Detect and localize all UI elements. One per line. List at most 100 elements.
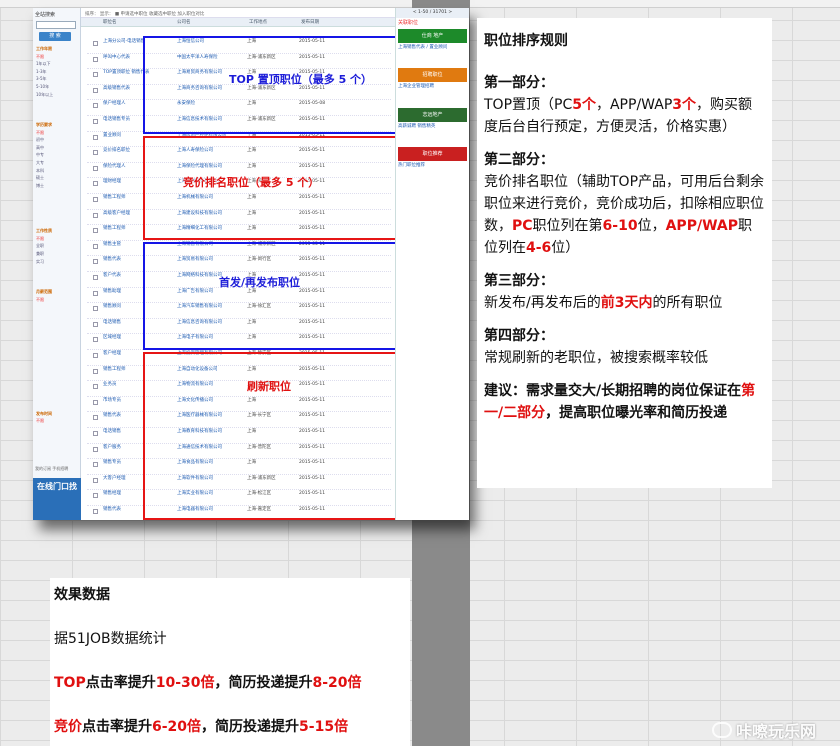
row-checkbox[interactable] bbox=[93, 509, 98, 514]
filter-item[interactable]: 硕士 bbox=[36, 174, 80, 182]
row-checkbox[interactable] bbox=[93, 384, 98, 390]
filter-item[interactable] bbox=[36, 356, 80, 364]
ad-text-1[interactable]: 上海销售代表 / 置业顾问 bbox=[398, 45, 467, 51]
row-checkbox[interactable] bbox=[93, 259, 98, 265]
ad-text-3[interactable]: 高薪诚聘 销售精英 bbox=[398, 124, 467, 130]
header-title[interactable]: 职位名 bbox=[103, 19, 177, 25]
filter-item[interactable]: 学历要求 bbox=[36, 121, 80, 129]
filter-item[interactable] bbox=[36, 432, 80, 440]
filter-item[interactable] bbox=[36, 379, 80, 387]
filter-item[interactable]: 不限 bbox=[36, 53, 80, 61]
filter-item[interactable] bbox=[36, 197, 80, 205]
filter-item[interactable]: 全职 bbox=[36, 242, 80, 250]
filter-item[interactable] bbox=[36, 311, 80, 319]
row-checkbox[interactable] bbox=[93, 446, 98, 452]
sidebar-mini-links[interactable]: 我的订阅 手机招聘 bbox=[35, 466, 68, 472]
ad-banner-3[interactable]: 志远地产 bbox=[398, 107, 467, 122]
filter-item[interactable]: 1-3年 bbox=[36, 68, 80, 76]
row-checkbox[interactable] bbox=[93, 150, 98, 156]
row-checkbox[interactable] bbox=[93, 290, 98, 296]
ad-text-4[interactable]: 热门职位推荐 bbox=[398, 163, 467, 169]
ad-block-3[interactable]: 志远地产 高薪诚聘 销售精英 bbox=[398, 107, 467, 130]
filter-item[interactable] bbox=[36, 372, 80, 380]
filter-item[interactable]: 博士 bbox=[36, 182, 80, 190]
filter-item[interactable] bbox=[36, 402, 80, 410]
filter-item[interactable]: 不限 bbox=[36, 235, 80, 243]
row-checkbox[interactable] bbox=[93, 181, 98, 187]
filter-item[interactable]: 本科 bbox=[36, 167, 80, 175]
filter-item[interactable] bbox=[36, 349, 80, 357]
row-checkbox[interactable] bbox=[93, 243, 98, 249]
filter-item[interactable] bbox=[36, 265, 80, 273]
row-checkbox[interactable] bbox=[93, 399, 98, 405]
filter-item[interactable]: 高中 bbox=[36, 144, 80, 152]
row-checkbox[interactable] bbox=[93, 275, 98, 280]
filter-item[interactable] bbox=[36, 204, 80, 212]
filter-item[interactable] bbox=[36, 394, 80, 402]
filter-item[interactable]: 实习 bbox=[36, 258, 80, 266]
filter-item[interactable]: 5-10年 bbox=[36, 83, 80, 91]
filter-item[interactable] bbox=[36, 106, 80, 114]
filter-item[interactable] bbox=[36, 280, 80, 288]
filter-item[interactable]: 3-5年 bbox=[36, 75, 80, 83]
filter-item[interactable] bbox=[36, 98, 80, 106]
row-checkbox[interactable] bbox=[93, 431, 98, 436]
filter-item[interactable]: 不限 bbox=[36, 296, 80, 304]
header-company[interactable]: 公司名 bbox=[177, 19, 249, 25]
filter-item[interactable] bbox=[36, 341, 80, 349]
header-date[interactable]: 发布日期 bbox=[301, 19, 341, 25]
filter-item[interactable] bbox=[36, 387, 80, 395]
row-checkbox[interactable] bbox=[93, 119, 98, 124]
filter-item[interactable] bbox=[36, 334, 80, 342]
row-checkbox[interactable] bbox=[93, 462, 98, 468]
row-checkbox[interactable] bbox=[93, 41, 98, 46]
row-checkbox[interactable] bbox=[93, 165, 98, 171]
filter-item[interactable]: 月薪范围 bbox=[36, 288, 80, 296]
sidebar-blue-block[interactable]: 在线门口找 bbox=[33, 478, 81, 520]
filter-item[interactable]: 不限 bbox=[36, 129, 80, 137]
filter-item[interactable] bbox=[36, 364, 80, 372]
header-location[interactable]: 工作地点 bbox=[249, 19, 301, 25]
sidebar-search-button[interactable]: 搜 索 bbox=[39, 32, 71, 41]
row-checkbox[interactable] bbox=[93, 56, 98, 62]
filter-item[interactable] bbox=[36, 440, 80, 448]
row-checkbox[interactable] bbox=[93, 228, 98, 234]
row-checkbox[interactable] bbox=[93, 337, 98, 343]
filter-item[interactable]: 10年以上 bbox=[36, 91, 80, 99]
row-checkbox[interactable] bbox=[93, 197, 98, 202]
list-toolbar[interactable]: 排序： 显示： ■ 申请选中职位 收藏选中职位 加入职位对比 bbox=[81, 8, 395, 18]
row-checkbox[interactable] bbox=[93, 353, 98, 358]
filter-item[interactable] bbox=[36, 303, 80, 311]
filter-item[interactable]: 初中 bbox=[36, 136, 80, 144]
filter-item[interactable] bbox=[36, 113, 80, 121]
pager[interactable]: < 1-50 / 31701 > bbox=[396, 8, 469, 18]
row-checkbox[interactable] bbox=[93, 103, 98, 109]
row-checkbox[interactable] bbox=[93, 415, 98, 421]
ad-banner-4[interactable]: 职位推荐 bbox=[398, 147, 467, 161]
row-checkbox[interactable] bbox=[93, 477, 98, 483]
row-checkbox[interactable] bbox=[93, 306, 98, 312]
row-checkbox[interactable] bbox=[93, 72, 98, 78]
filter-item[interactable]: 1年以下 bbox=[36, 60, 80, 68]
filter-item[interactable] bbox=[36, 189, 80, 197]
ad-banner-1[interactable]: 仕商 地产 bbox=[398, 28, 467, 43]
filter-item[interactable]: 工作性质 bbox=[36, 227, 80, 235]
row-checkbox[interactable] bbox=[93, 87, 98, 93]
filter-item[interactable] bbox=[36, 220, 80, 228]
row-checkbox[interactable] bbox=[93, 212, 98, 218]
ad-block-1[interactable]: 关联职位 仕商 地产 上海销售代表 / 置业顾问 bbox=[398, 20, 467, 51]
sidebar-search-input[interactable] bbox=[36, 21, 76, 29]
ad-block-2[interactable]: 招聘职位 上海企业管理招聘 bbox=[398, 68, 467, 90]
filter-item[interactable] bbox=[36, 212, 80, 220]
ad-text-2[interactable]: 上海企业管理招聘 bbox=[398, 84, 467, 90]
filter-item[interactable] bbox=[36, 326, 80, 334]
row-checkbox[interactable] bbox=[93, 321, 98, 327]
row-checkbox[interactable] bbox=[93, 368, 98, 374]
filter-item[interactable]: 不限 bbox=[36, 417, 80, 425]
row-checkbox[interactable] bbox=[93, 134, 98, 140]
filter-item[interactable] bbox=[36, 425, 80, 433]
filter-item[interactable] bbox=[36, 318, 80, 326]
filter-item[interactable] bbox=[36, 273, 80, 281]
ad-banner-2[interactable]: 招聘职位 bbox=[398, 68, 467, 82]
filter-item[interactable]: 发布时间 bbox=[36, 410, 80, 418]
